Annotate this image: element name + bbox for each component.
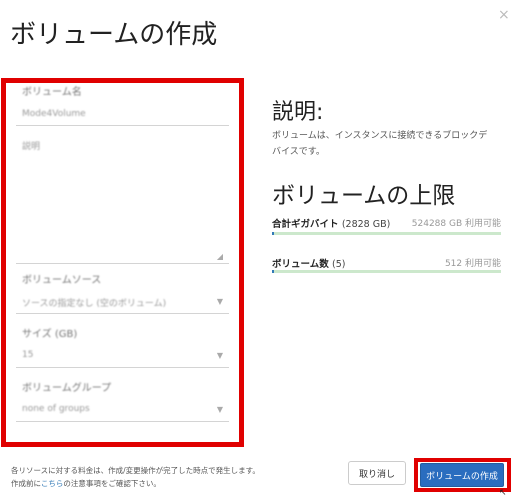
description-textarea[interactable]: 説明 ◢ bbox=[16, 133, 229, 264]
size-value: 15 bbox=[22, 350, 34, 360]
notes-link[interactable]: こちら bbox=[41, 479, 64, 488]
limit-available: 524288 GB 利用可能 bbox=[411, 219, 501, 229]
volume-source-select[interactable]: ソースの指定なし (空のボリューム) ▼ bbox=[16, 289, 229, 314]
mouse-cursor-icon: ↖ bbox=[499, 488, 507, 498]
volume-name-value: Mode4Volume bbox=[22, 109, 86, 119]
volume-name-label: ボリューム名 bbox=[22, 87, 82, 98]
dialog-title: ボリュームの作成 bbox=[10, 20, 218, 50]
size-input[interactable]: 15 ▼ bbox=[16, 343, 229, 368]
cancel-button[interactable]: 取り消し bbox=[348, 461, 406, 485]
description-heading: 説明: bbox=[272, 100, 324, 125]
description-text: ボリュームは、インスタンスに接続できるブロックデバイスです。 bbox=[272, 131, 488, 157]
resize-handle-icon[interactable]: ◢ bbox=[217, 252, 223, 261]
volume-source-value: ソースの指定なし (空のボリューム) bbox=[22, 299, 167, 309]
close-icon[interactable]: × bbox=[498, 7, 510, 23]
progress-bar bbox=[272, 270, 501, 273]
description-value: 説明 bbox=[22, 142, 41, 152]
limit-row-gigabytes: 合計ギガバイト (2828 GB) 524288 GB 利用可能 bbox=[272, 216, 501, 236]
chevron-down-icon: ▼ bbox=[216, 297, 223, 306]
progress-bar bbox=[272, 232, 501, 235]
limit-name: 合計ギガバイト (2828 GB) bbox=[272, 219, 391, 230]
limit-name: ボリューム数 (5) bbox=[272, 259, 346, 270]
volume-source-label: ボリュームソース bbox=[22, 275, 102, 286]
chevron-down-icon: ▼ bbox=[216, 351, 223, 360]
volume-group-value: none of groups bbox=[22, 404, 90, 414]
size-label: サイズ (GB) bbox=[22, 329, 78, 340]
limits-heading: ボリュームの上限 bbox=[272, 183, 456, 209]
limit-available: 512 利用可能 bbox=[444, 259, 501, 269]
volume-group-label: ボリュームグループ bbox=[22, 383, 112, 394]
volume-group-select[interactable]: none of groups ▼ bbox=[16, 397, 229, 422]
limit-row-volumes: ボリューム数 (5) 512 利用可能 bbox=[272, 256, 501, 276]
volume-form: ボリューム名 Mode4Volume 説明 ◢ ボリュームソース ソースの指定な… bbox=[1, 78, 244, 447]
volume-name-input[interactable]: Mode4Volume bbox=[16, 105, 229, 126]
chevron-down-icon: ▼ bbox=[216, 405, 223, 414]
create-volume-button[interactable]: ボリュームの作成 bbox=[420, 463, 504, 487]
fee-note: 各リソースに対する料金は、作成/変更操作が完了した時点で発生します。 作成前にこ… bbox=[11, 466, 260, 488]
